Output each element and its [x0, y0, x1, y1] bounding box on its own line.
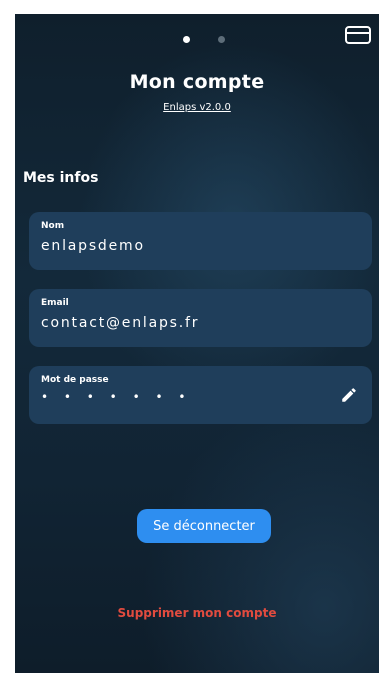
- email-field-label: Email: [41, 298, 69, 308]
- name-field-label: Nom: [41, 221, 65, 231]
- page-title: Mon compte: [129, 71, 265, 93]
- account-screen: Mon compte Enlaps v2.0.0 Mes infos Nom e…: [15, 14, 379, 673]
- pencil-icon[interactable]: [340, 386, 358, 404]
- page-dot-inactive[interactable]: [218, 36, 225, 43]
- name-field[interactable]: Nom enlapsdemo: [29, 212, 372, 270]
- password-field-label: Mot de passe: [41, 375, 109, 385]
- app-version-link[interactable]: Enlaps v2.0.0: [15, 102, 379, 113]
- section-title-my-info: Mes infos: [23, 170, 99, 186]
- email-field[interactable]: Email contact@enlaps.fr: [29, 289, 372, 347]
- delete-account-link[interactable]: Supprimer mon compte: [15, 606, 379, 620]
- logout-button[interactable]: Se déconnecter: [137, 509, 271, 543]
- page-indicator: [183, 36, 225, 43]
- page-dot-active[interactable]: [183, 36, 190, 43]
- name-field-value[interactable]: enlapsdemo: [41, 238, 145, 254]
- email-field-value[interactable]: contact@enlaps.fr: [41, 315, 199, 331]
- password-field-value: • • • • • • •: [41, 390, 192, 404]
- password-field[interactable]: Mot de passe • • • • • • •: [29, 366, 372, 424]
- camera-icon[interactable]: [345, 26, 371, 44]
